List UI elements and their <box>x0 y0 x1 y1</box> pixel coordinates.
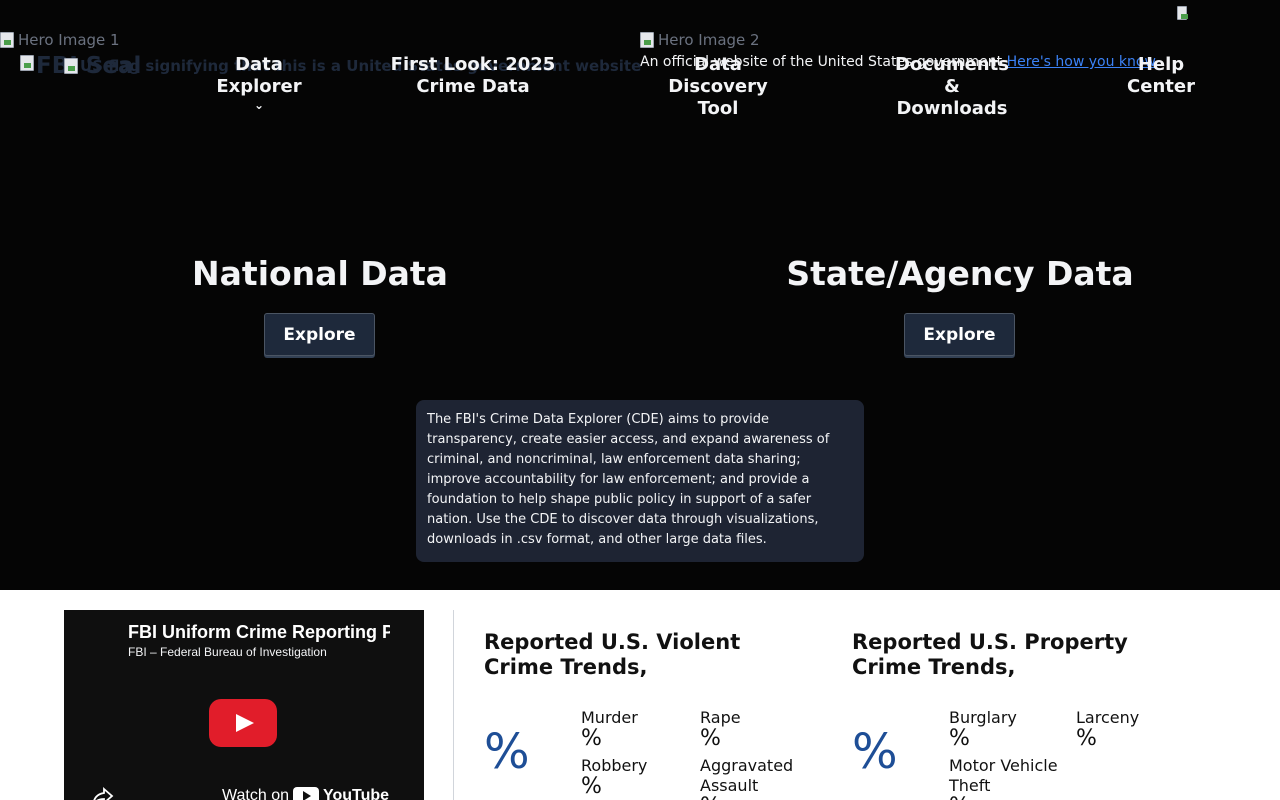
about-cde-text: The FBI's Crime Data Explorer (CDE) aims… <box>427 412 830 547</box>
youtube-logo-icon <box>293 787 319 800</box>
crime-aggravated-assault: Aggravated Assault % <box>700 756 794 800</box>
crime-larceny: Larceny % <box>1076 708 1140 751</box>
broken-image-icon <box>0 32 14 48</box>
broken-image-icon <box>1177 6 1188 20</box>
nav-data-explorer[interactable]: Data Explorer ⌄ <box>192 54 326 112</box>
chevron-down-icon: ⌄ <box>253 98 265 112</box>
violent-crime-title: Reported U.S. Violent Crime Trends, <box>484 630 741 679</box>
broken-image-icon <box>640 32 654 48</box>
state-agency-data-title: State/Agency Data <box>786 254 1134 293</box>
broken-image-icon <box>20 55 34 71</box>
national-data-title: National Data <box>192 254 448 293</box>
property-crime-title: Reported U.S. Property Crime Trends, <box>852 630 1128 679</box>
broken-image-icon <box>64 58 78 74</box>
video-channel: FBI – Federal Bureau of Investigation <box>128 645 327 659</box>
crime-motor-vehicle-theft: Motor Vehicle Theft % <box>949 756 1058 800</box>
crime-burglary: Burglary % <box>949 708 1017 751</box>
share-icon[interactable] <box>92 787 114 800</box>
youtube-video-embed[interactable]: FBI Uniform Crime Reporting Program FBI … <box>64 610 424 800</box>
property-crime-total-pct: % <box>852 724 898 780</box>
crime-robbery: Robbery % <box>581 756 648 799</box>
nav-help-center[interactable]: Help Center <box>1110 54 1212 98</box>
hero: Hero Image 1 Hero Image 2 An official we… <box>0 0 1280 590</box>
nav-data-discovery-tool[interactable]: Data Discovery Tool <box>664 54 772 120</box>
national-explore-button[interactable]: Explore <box>264 313 375 356</box>
violent-crime-total-pct: % <box>484 724 530 780</box>
state-explore-button[interactable]: Explore <box>904 313 1015 356</box>
play-button[interactable] <box>209 699 277 747</box>
crime-murder: Murder % <box>581 708 638 751</box>
video-title[interactable]: FBI Uniform Crime Reporting Program <box>128 622 390 643</box>
nav-documents-downloads[interactable]: Documents & Downloads <box>894 54 1010 120</box>
crime-rape: Rape % <box>700 708 741 751</box>
header-search[interactable] <box>1177 6 1188 26</box>
hero-image-2: Hero Image 2 <box>640 31 760 49</box>
nav-first-look[interactable]: First Look: 2025 Crime Data <box>383 54 563 98</box>
watch-on-youtube-link[interactable]: Watch on YouTube <box>222 787 389 800</box>
hero-image-1: Hero Image 1 <box>0 31 120 49</box>
trends-section: FBI Uniform Crime Reporting Program FBI … <box>0 590 1280 800</box>
about-cde-panel: The FBI's Crime Data Explorer (CDE) aims… <box>416 400 864 562</box>
divider <box>453 610 454 800</box>
